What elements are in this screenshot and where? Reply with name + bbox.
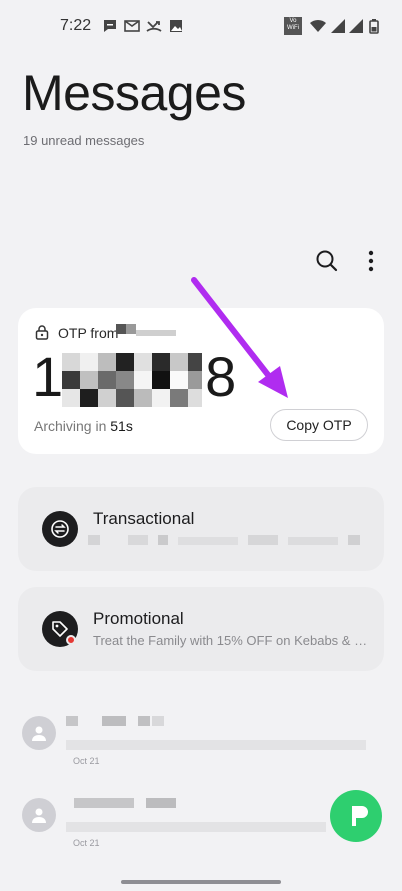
signal-2-icon bbox=[349, 19, 363, 33]
otp-card[interactable]: OTP from 18 Archiving in 51s Copy OTP bbox=[18, 308, 384, 454]
redacted-preview bbox=[88, 535, 360, 545]
conversation-date: Oct 21 bbox=[73, 756, 100, 766]
conversation-item[interactable]: Oct 21 bbox=[0, 708, 402, 778]
new-message-button[interactable] bbox=[330, 790, 382, 842]
volte-wifi-icon: Vo WiFi bbox=[284, 17, 302, 35]
unread-count: 19 unread messages bbox=[23, 133, 145, 148]
category-title: Transactional bbox=[93, 509, 195, 528]
category-transactional[interactable]: Transactional bbox=[18, 487, 384, 571]
image-notification-icon bbox=[170, 20, 182, 32]
category-title: Promotional bbox=[93, 609, 184, 628]
chat-notification-icon bbox=[104, 20, 116, 32]
otp-from-label: OTP from bbox=[58, 325, 119, 341]
more-vertical-icon[interactable] bbox=[360, 248, 382, 274]
battery-icon bbox=[369, 19, 379, 34]
chat-icon bbox=[352, 806, 368, 826]
category-preview: Treat the Family with 15% OFF on Kebabs … bbox=[93, 633, 375, 648]
conversation-date: Oct 21 bbox=[73, 838, 100, 848]
lock-icon bbox=[35, 325, 49, 340]
redacted-otp-digits bbox=[62, 353, 202, 407]
redacted-sender bbox=[116, 324, 176, 336]
redacted-conversation bbox=[66, 716, 366, 750]
avatar bbox=[22, 798, 56, 832]
category-promotional[interactable]: Promotional Treat the Family with 15% OF… bbox=[18, 587, 384, 671]
home-indicator[interactable] bbox=[121, 880, 281, 884]
mail-notification-icon bbox=[124, 20, 140, 32]
page-title: Messages bbox=[22, 65, 246, 121]
wifi-icon bbox=[310, 19, 326, 32]
signal-icon bbox=[331, 19, 345, 33]
search-icon[interactable] bbox=[314, 248, 340, 274]
archiving-countdown: Archiving in 51s bbox=[34, 418, 133, 434]
avatar bbox=[22, 716, 56, 750]
transfer-arrows-icon bbox=[42, 511, 78, 547]
status-bar: 7:22 Vo WiFi bbox=[0, 0, 402, 52]
status-time: 7:22 bbox=[60, 17, 92, 34]
missed-call-icon bbox=[146, 21, 162, 32]
copy-otp-button[interactable]: Copy OTP bbox=[270, 409, 368, 441]
unread-badge bbox=[66, 635, 76, 645]
